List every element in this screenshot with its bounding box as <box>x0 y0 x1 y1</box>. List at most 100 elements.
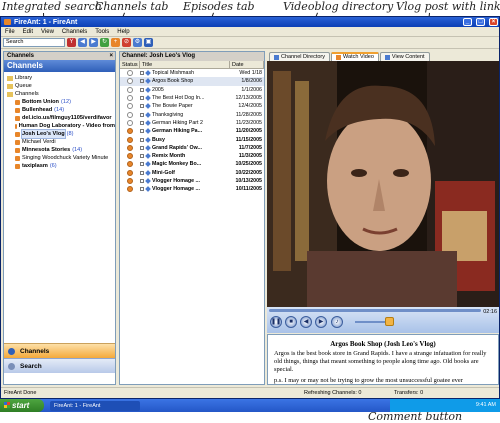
tree-item[interactable]: del.icio.us/filmguy1105/verdifavor <box>7 114 115 122</box>
tree-item[interactable]: Library <box>7 74 115 82</box>
episode-row[interactable]: Busy 11/15/2005 <box>120 135 264 143</box>
menu-tools[interactable]: Tools <box>95 29 109 35</box>
new-episode-icon[interactable] <box>127 178 133 184</box>
episode-date: 1/1/2006 <box>241 86 262 93</box>
new-episode-icon[interactable] <box>127 186 133 193</box>
played-episode-icon[interactable] <box>127 119 133 126</box>
start-button[interactable]: start <box>0 399 44 412</box>
tree-item[interactable]: Singing Woodchuck Variety Minute <box>7 154 115 162</box>
menu-view[interactable]: View <box>41 29 54 35</box>
episode-row[interactable]: German Hiking Pa... 11/20/2005 <box>120 127 264 135</box>
episode-row[interactable]: The Best Hot Dog In... 12/13/2005 <box>120 94 264 102</box>
episode-row[interactable]: 2005 1/1/2006 <box>120 86 264 94</box>
tree-item[interactable]: Human Dog Laboratory - Video from <box>7 122 115 130</box>
tree-item[interactable]: Bullenhead (14) <box>7 106 115 114</box>
seek-bar[interactable] <box>269 309 481 312</box>
new-episode-icon[interactable] <box>127 136 133 143</box>
minimize-button[interactable]: _ <box>463 18 472 26</box>
played-episode-icon[interactable] <box>127 103 133 110</box>
stop-button[interactable]: ■ <box>285 316 297 328</box>
new-episode-icon[interactable] <box>127 128 133 135</box>
refresh-icon[interactable]: ↻ <box>100 38 109 47</box>
new-episode-icon[interactable] <box>127 153 133 160</box>
episode-row[interactable]: Grand Rapids' Ow... 11/7/2005 <box>120 144 264 152</box>
episode-row[interactable]: Argos Book Shop 1/8/2006 <box>120 77 264 86</box>
comment-button[interactable] <box>385 317 394 326</box>
checkbox-icon[interactable] <box>140 162 144 167</box>
checkbox-icon[interactable] <box>140 154 144 159</box>
column-date[interactable]: Date <box>230 61 264 68</box>
player-icon[interactable]: ▣ <box>144 38 153 47</box>
new-episode-icon[interactable] <box>127 144 133 151</box>
checkbox-icon[interactable] <box>140 87 144 92</box>
menu-channels[interactable]: Channels <box>62 29 87 35</box>
menu-help[interactable]: Help <box>117 29 129 35</box>
new-episode-icon[interactable] <box>127 161 133 168</box>
search-input[interactable]: Search <box>3 38 65 47</box>
search-nav-button[interactable]: Search <box>4 358 115 373</box>
previous-button[interactable]: ◀ <box>300 316 312 328</box>
tab-view-content[interactable]: View Content <box>379 52 430 61</box>
close-pane-icon[interactable]: × <box>109 52 113 60</box>
episode-row[interactable]: Remix Month 11/3/2005 <box>120 152 264 160</box>
video-frame <box>267 61 499 307</box>
new-episode-icon[interactable] <box>127 169 133 176</box>
add-channel-icon[interactable]: + <box>111 38 120 47</box>
checkbox-icon[interactable] <box>140 104 144 109</box>
episode-row[interactable]: Vlogger Homage ... 10/13/2005 <box>120 177 264 185</box>
checkbox-icon[interactable] <box>140 187 144 192</box>
menu-file[interactable]: File <box>5 29 15 35</box>
status-cell <box>120 103 140 110</box>
unread-count: (12) <box>60 99 71 105</box>
episode-row[interactable]: Vlogger Homage ... 10/11/2005 <box>120 185 264 193</box>
checkbox-icon[interactable] <box>140 145 144 150</box>
episode-row[interactable]: Magic Monkey Bo... 10/25/2005 <box>120 160 264 168</box>
maximize-button[interactable]: □ <box>476 18 485 26</box>
tree-item[interactable]: Michael Verdi <box>7 138 115 146</box>
tree-item[interactable]: Josh Leo's Vlog (8) <box>7 129 115 139</box>
next-button[interactable]: ▶ <box>315 316 327 328</box>
close-button[interactable]: × <box>489 18 498 26</box>
episode-row[interactable]: German Hiking Part 2 11/23/2005 <box>120 119 264 127</box>
column-title[interactable]: Title <box>140 61 230 68</box>
checkbox-icon[interactable] <box>140 129 144 134</box>
episode-row[interactable]: The Bowie Paper 12/4/2005 <box>120 102 264 110</box>
tab-watch-video[interactable]: Watch Video <box>331 52 379 61</box>
tree-item[interactable]: Minnesota Stories (14) <box>7 146 115 154</box>
checkbox-icon[interactable] <box>140 112 144 117</box>
checkbox-icon[interactable] <box>140 170 144 175</box>
forward-icon[interactable]: ▶ <box>89 38 98 47</box>
taskbar-item-fireant[interactable]: FireAnt: 1 - FireAnt <box>50 400 140 411</box>
channels-nav-button[interactable]: Channels <box>4 343 115 358</box>
played-episode-icon[interactable] <box>127 78 133 85</box>
played-episode-icon[interactable] <box>127 70 133 77</box>
played-episode-icon[interactable] <box>127 86 133 93</box>
tree-item[interactable]: Queue <box>7 82 115 90</box>
column-status[interactable]: Status <box>120 61 140 68</box>
episode-row[interactable]: Topical Mishmash Wed 1/18 <box>120 69 264 77</box>
checkbox-icon[interactable] <box>140 137 144 142</box>
checkbox-icon[interactable] <box>140 179 144 183</box>
checkbox-icon[interactable] <box>140 79 144 84</box>
search-engine-icon[interactable]: Y <box>67 38 76 47</box>
stop-icon[interactable]: ⊘ <box>122 38 131 47</box>
back-icon[interactable]: ◀ <box>78 38 87 47</box>
search-nav-icon <box>8 363 15 370</box>
settings-icon[interactable]: ⚙ <box>133 38 142 47</box>
tree-item[interactable]: Bottom Union (12) <box>7 98 115 106</box>
checkbox-icon[interactable] <box>140 120 144 125</box>
pause-button[interactable]: ❚❚ <box>270 316 282 328</box>
video-player[interactable] <box>267 61 499 307</box>
played-episode-icon[interactable] <box>127 111 133 118</box>
played-episode-icon[interactable] <box>127 95 133 102</box>
checkbox-icon[interactable] <box>140 96 144 101</box>
tree-item[interactable]: taxiplasm (6) <box>7 162 115 170</box>
episode-row[interactable]: Mini-Golf 10/22/2005 <box>120 169 264 177</box>
tab-channel-directory[interactable]: Channel Directory <box>269 52 331 61</box>
checkbox-icon[interactable] <box>140 71 144 76</box>
episode-row[interactable]: Thanksgiving 11/28/2005 <box>120 110 264 118</box>
menu-edit[interactable]: Edit <box>23 29 33 35</box>
mute-button[interactable]: ♪ <box>331 316 343 328</box>
title-cell: German Hiking Pa... <box>140 128 230 134</box>
tree-item[interactable]: Channels <box>7 90 115 98</box>
